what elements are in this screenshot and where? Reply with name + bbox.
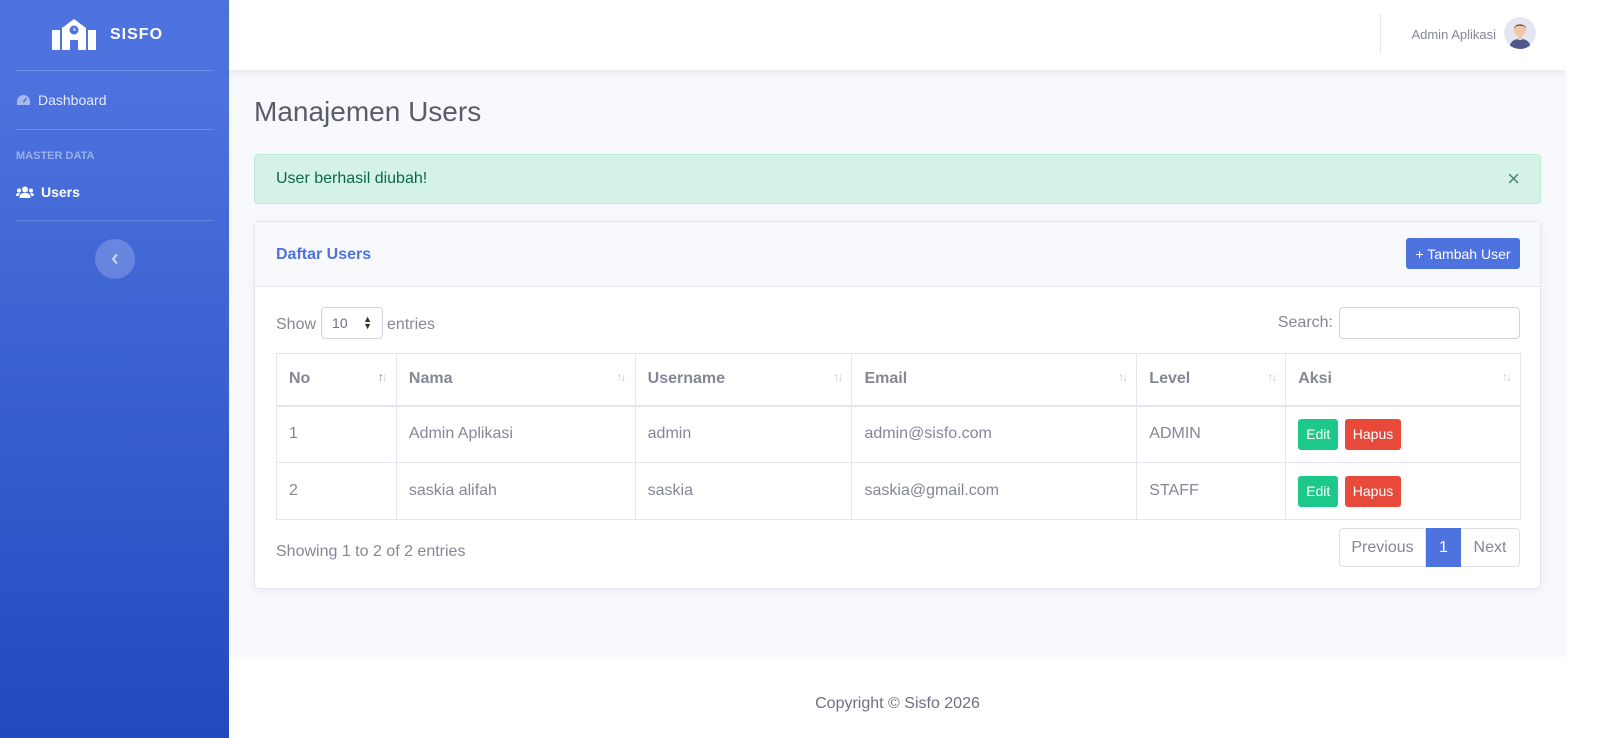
table-info: Showing 1 to 2 of 2 entries xyxy=(276,543,466,560)
sort-icon: ↑↓ xyxy=(616,370,627,384)
sidebar-toggle-button[interactable] xyxy=(94,239,135,279)
sidebar: SISFO Dashboard MASTER DATA Users xyxy=(0,0,229,738)
pagination: Previous 1 Next xyxy=(1339,528,1520,567)
avatar[interactable] xyxy=(1504,17,1536,49)
alert-message: User berhasil diubah! xyxy=(276,170,428,187)
sidebar-item-label: Dashboard xyxy=(38,92,107,108)
show-label: Show xyxy=(276,315,317,333)
topbar: Admin Aplikasi xyxy=(229,0,1566,70)
search-label: Search: xyxy=(1277,314,1333,331)
cell-aksi: Edit Hapus xyxy=(1285,405,1521,463)
entries-label: entries xyxy=(387,315,436,333)
topbar-divider xyxy=(1380,14,1381,54)
column-header-no[interactable]: No ↑↓ xyxy=(276,353,397,407)
copyright-text: Copyright © Sisfo 2026 xyxy=(815,694,980,712)
cell-no: 1 xyxy=(276,405,397,463)
delete-button[interactable]: Hapus xyxy=(1344,475,1402,507)
chevron-left-icon xyxy=(111,253,118,265)
column-header-aksi[interactable]: Aksi ↑↓ xyxy=(1285,353,1521,407)
cell-username: admin xyxy=(634,405,853,463)
delete-button[interactable]: Hapus xyxy=(1344,418,1402,450)
cell-level: STAFF xyxy=(1136,462,1287,520)
table-row: 2 saskia alifah saskia saskia@gmail.com … xyxy=(276,462,1521,520)
dashboard-icon xyxy=(16,93,34,107)
cell-email: saskia@gmail.com xyxy=(851,462,1138,520)
sort-icon: ↑↓ xyxy=(377,370,388,384)
column-header-username[interactable]: Username ↑↓ xyxy=(634,353,853,407)
next-page-button[interactable]: Next xyxy=(1461,528,1520,567)
sidebar-heading: MASTER DATA xyxy=(16,150,95,162)
sidebar-brand[interactable]: SISFO xyxy=(0,0,229,70)
sidebar-item-dashboard[interactable]: Dashboard xyxy=(0,71,229,129)
sort-icon: ↑↓ xyxy=(1267,370,1277,384)
add-user-button[interactable]: + Tambah User xyxy=(1406,238,1520,269)
sort-icon: ↑↓ xyxy=(1502,370,1512,384)
scrollbar-track[interactable] xyxy=(1566,0,1600,738)
users-icon xyxy=(16,185,37,199)
cell-email: admin@sisfo.com xyxy=(851,405,1138,463)
sidebar-item-users[interactable]: Users xyxy=(0,164,229,220)
users-card: Daftar Users + Tambah User Show 10 ▲ ▼ en… xyxy=(254,221,1541,589)
footer: Copyright © Sisfo 2026 xyxy=(229,657,1566,738)
card-title: Daftar Users xyxy=(276,246,372,263)
sort-icon: ↑↓ xyxy=(833,370,843,384)
brand-name: SISFO xyxy=(110,26,164,43)
sort-icon: ↑↓ xyxy=(1118,370,1128,384)
sidebar-item-label: Users xyxy=(41,184,80,200)
entries-select[interactable]: 10 ▲ ▼ xyxy=(321,307,384,339)
column-header-nama[interactable]: Nama ↑↓ xyxy=(395,353,636,407)
page-title: Manajemen Users xyxy=(254,96,482,127)
card-header: Daftar Users + Tambah User xyxy=(255,222,1540,287)
entries-length-control: Show 10 ▲ ▼ entries xyxy=(276,307,436,339)
edit-button[interactable]: Edit xyxy=(1298,475,1339,507)
cell-level: ADMIN xyxy=(1136,405,1287,463)
close-icon[interactable]: × xyxy=(1507,168,1520,190)
search-filter: Search: xyxy=(1278,307,1520,339)
sidebar-divider xyxy=(16,220,213,221)
select-caret-icon: ▲ ▼ xyxy=(363,314,373,331)
cell-nama: Admin Aplikasi xyxy=(395,405,636,463)
cell-no: 2 xyxy=(276,462,397,520)
table-row: 1 Admin Aplikasi admin admin@sisfo.com A… xyxy=(276,405,1521,463)
cell-aksi: Edit Hapus xyxy=(1285,462,1521,520)
content-wrapper: Admin Aplikasi Manajemen Users User berh… xyxy=(229,0,1566,738)
search-input[interactable] xyxy=(1339,307,1520,339)
cell-nama: saskia alifah xyxy=(395,462,636,520)
edit-button[interactable]: Edit xyxy=(1298,418,1339,450)
users-table: No ↑↓ Nama ↑↓ Username ↑↓ Email ↑↓ Level ↑↓ A… xyxy=(276,353,1521,520)
success-alert: User berhasil diubah! × xyxy=(254,154,1541,204)
school-icon xyxy=(52,19,96,50)
cell-username: saskia xyxy=(634,462,853,520)
table-header-row: No ↑↓ Nama ↑↓ Username ↑↓ Email ↑↓ Level ↑↓ A… xyxy=(276,353,1521,407)
user-name[interactable]: Admin Aplikasi xyxy=(1411,27,1496,42)
column-header-email[interactable]: Email ↑↓ xyxy=(851,353,1138,407)
previous-page-button[interactable]: Previous xyxy=(1339,528,1426,567)
column-header-level[interactable]: Level ↑↓ xyxy=(1136,353,1287,407)
entries-select-value: 10 xyxy=(332,315,348,331)
page-1-button[interactable]: 1 xyxy=(1426,528,1461,567)
